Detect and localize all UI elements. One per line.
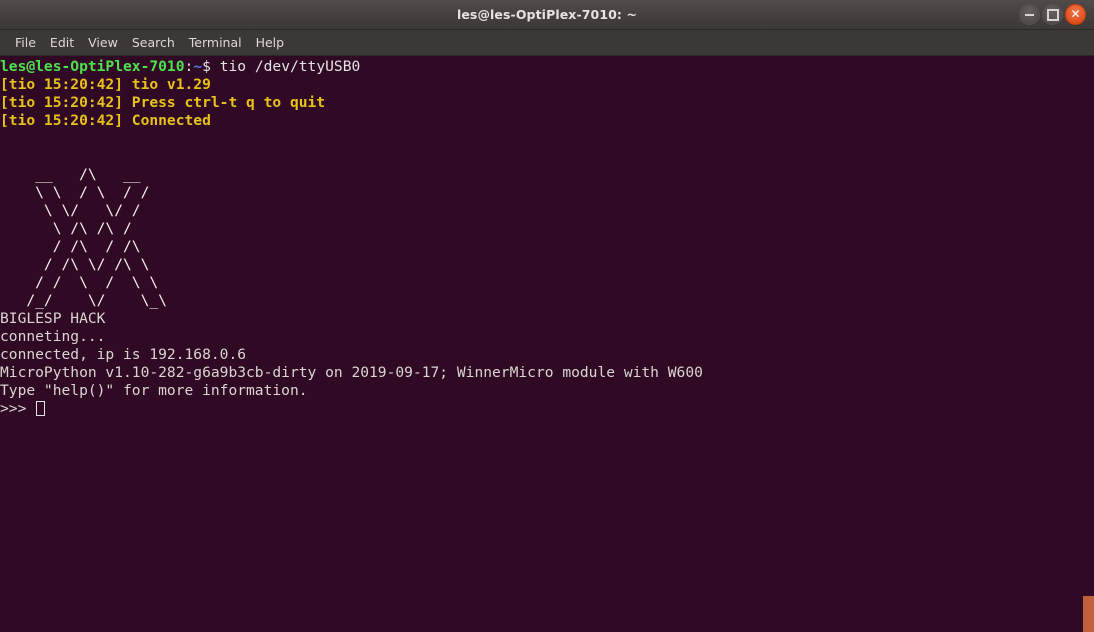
tio-log-line: [tio 15:20:42] Connected <box>0 112 211 129</box>
repl-prompt: >>> <box>0 400 36 417</box>
shell-prompt-line: les@les-OptiPlex-7010:~$ tio /dev/ttyUSB… <box>0 58 703 76</box>
menu-item-view[interactable]: View <box>81 32 125 53</box>
menu-item-file[interactable]: File <box>8 32 43 53</box>
ascii-art-line: \ \ / \ / / <box>0 184 150 201</box>
menu-item-terminal[interactable]: Terminal <box>182 32 249 53</box>
ascii-art-line: __ /\ __ <box>0 166 141 183</box>
menu-item-search[interactable]: Search <box>125 32 182 53</box>
close-button[interactable]: ✕ <box>1065 4 1086 25</box>
maximize-button[interactable] <box>1042 4 1063 25</box>
output-line: BIGLESP HACK <box>0 310 106 327</box>
prompt-sigil: $ <box>202 58 211 75</box>
terminal-screen[interactable]: les@les-OptiPlex-7010:~$ tio /dev/ttyUSB… <box>0 56 1094 632</box>
repl-prompt-line[interactable]: >>> <box>0 400 703 418</box>
menu-item-help[interactable]: Help <box>249 32 292 53</box>
tio-log-line: [tio 15:20:42] Press ctrl-t q to quit <box>0 94 326 111</box>
scrollbar-thumb[interactable] <box>1083 596 1094 632</box>
ascii-art-line: / /\ / /\ <box>0 238 141 255</box>
terminal-scrollbar[interactable] <box>1083 56 1094 632</box>
ascii-art-line: /_/ \/ \_\ <box>0 292 167 309</box>
minimize-icon <box>1025 13 1034 16</box>
window-title: les@les-OptiPlex-7010: ~ <box>456 7 638 22</box>
shell-command: tio /dev/ttyUSB0 <box>210 58 361 75</box>
text-cursor <box>36 401 46 416</box>
menu-item-edit[interactable]: Edit <box>43 32 81 53</box>
window-controls: ✕ <box>1019 0 1086 29</box>
prompt-user-host: les@les-OptiPlex-7010 <box>0 58 185 75</box>
menubar: File Edit View Search Terminal Help <box>0 30 1094 56</box>
prompt-path: ~ <box>193 58 203 75</box>
close-icon: ✕ <box>1070 7 1081 21</box>
output-line: Type "help()" for more information. <box>0 382 308 399</box>
ascii-art-line: / /\ \/ /\ \ <box>0 256 150 273</box>
output-line: connected, ip is 192.168.0.6 <box>0 346 247 363</box>
ascii-art-line: \ /\ /\ / <box>0 220 132 237</box>
output-line: conneting... <box>0 328 106 345</box>
ascii-art-line: \ \/ \/ / <box>0 202 141 219</box>
window-titlebar[interactable]: les@les-OptiPlex-7010: ~ ✕ <box>0 0 1094 30</box>
output-line: MicroPython v1.10-282-g6a9b3cb-dirty on … <box>0 364 703 381</box>
ascii-art-line: / / \ / \ \ <box>0 274 159 291</box>
terminal-window: les@les-OptiPlex-7010: ~ ✕ File Edit Vie… <box>0 0 1094 632</box>
terminal-output: les@les-OptiPlex-7010:~$ tio /dev/ttyUSB… <box>0 58 703 418</box>
minimize-button[interactable] <box>1019 4 1040 25</box>
prompt-colon: : <box>184 58 194 75</box>
maximize-icon <box>1046 8 1059 21</box>
tio-log-line: [tio 15:20:42] tio v1.29 <box>0 76 211 93</box>
